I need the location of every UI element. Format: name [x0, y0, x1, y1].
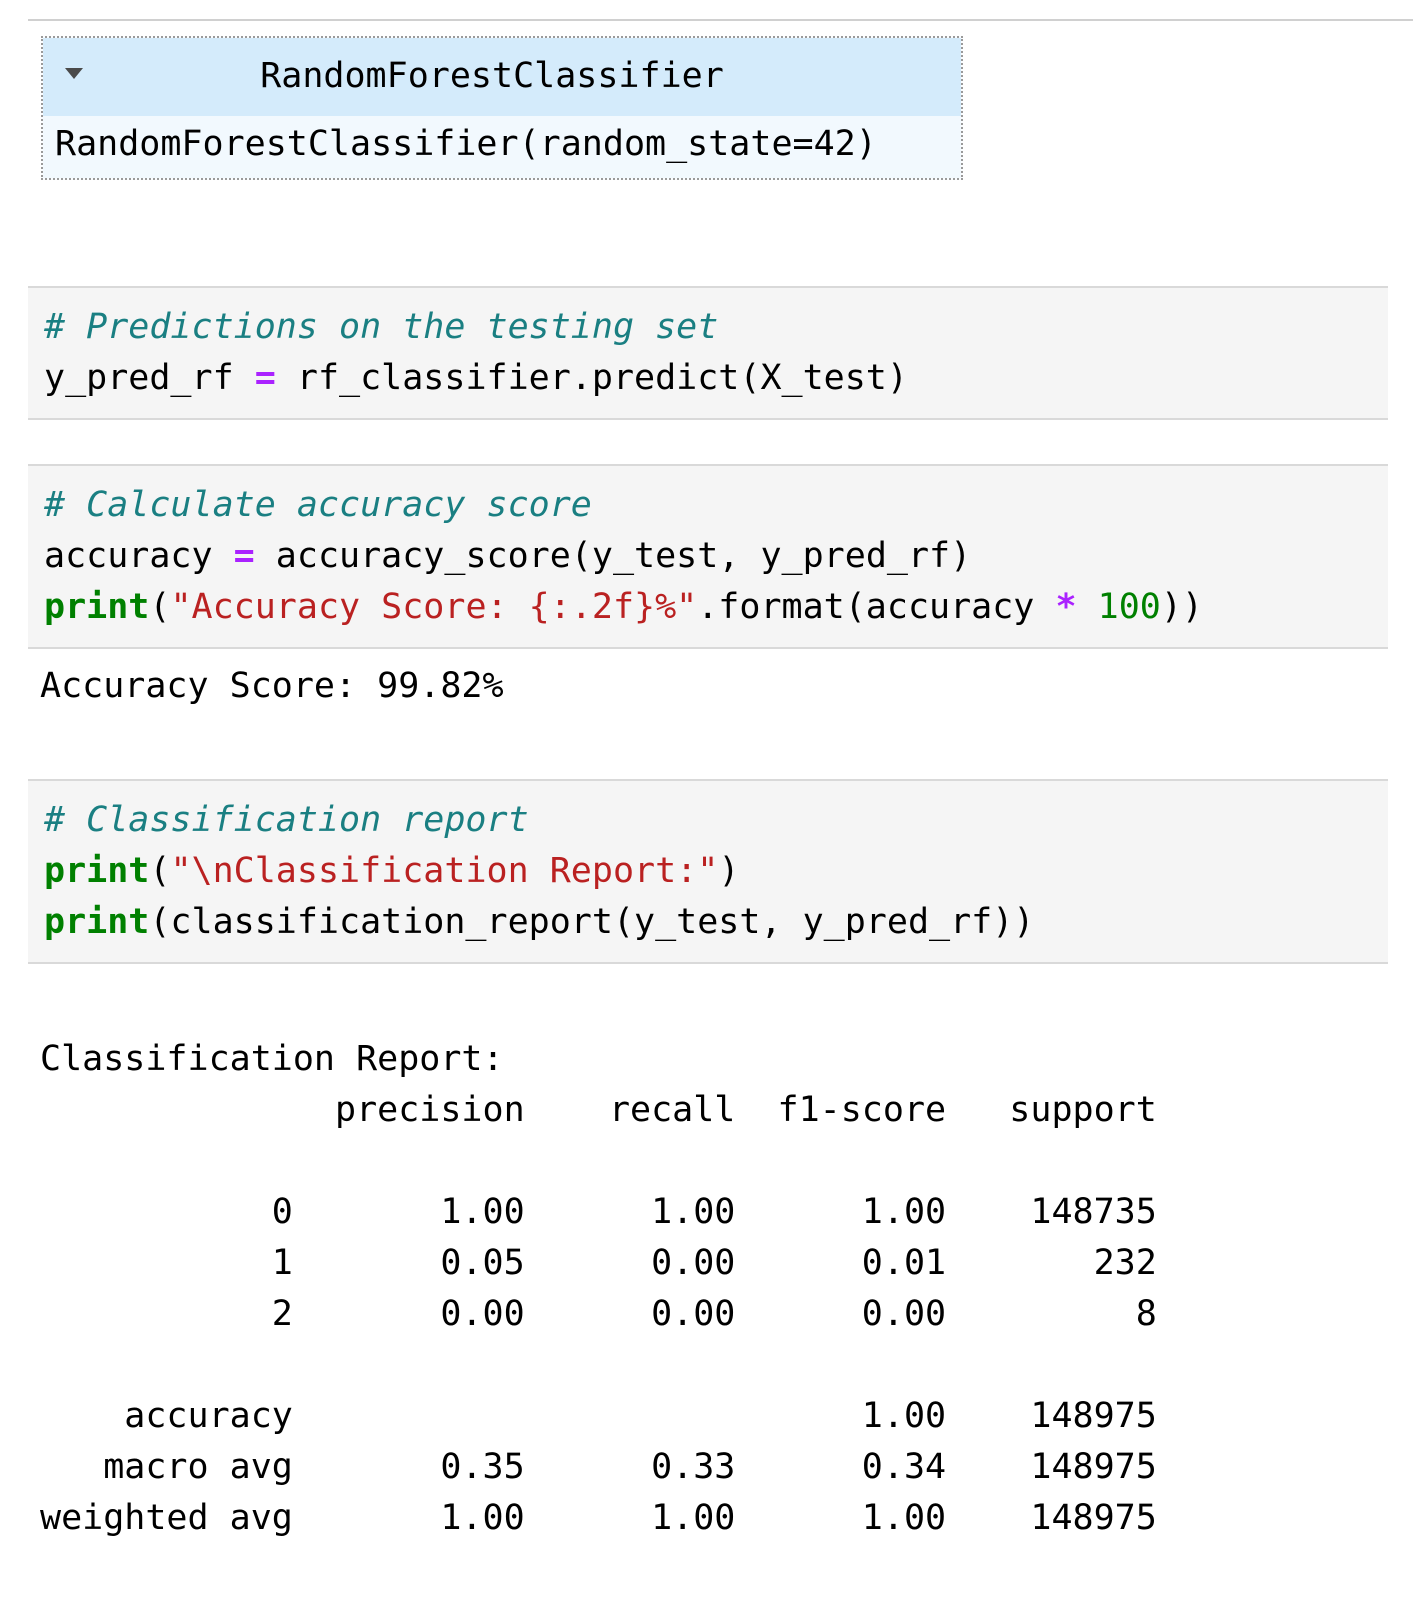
code-token-fn: print	[44, 851, 149, 891]
code-line: y_pred_rf = rf_classifier.predict(X_test…	[44, 353, 1388, 404]
code-line: print("\nClassification Report:")	[44, 846, 1388, 897]
code-token-op: =	[234, 536, 255, 576]
code-token-fn: print	[44, 902, 149, 942]
code-token-op: *	[1055, 587, 1076, 627]
code-cell-predictions[interactable]: # Predictions on the testing set y_pred_r…	[28, 286, 1388, 420]
code-token-plain: .format(accuracy	[697, 587, 1055, 627]
code-line: # Predictions on the testing set	[44, 302, 1388, 353]
code-token-plain: accuracy_score(y_test, y_pred_rf)	[255, 536, 971, 576]
estimator-title: RandomForestClassifier	[43, 56, 961, 96]
report-line	[40, 1340, 1157, 1391]
notebook-top-divider	[28, 19, 1413, 21]
code-token-plain: )	[718, 851, 739, 891]
code-line: # Calculate accuracy score	[44, 480, 1388, 531]
code-token-plain: y_pred_rf	[44, 358, 255, 398]
code-token-num: 100	[1098, 587, 1161, 627]
report-line: precision recall f1-score support	[40, 1085, 1157, 1136]
report-line: 2 0.00 0.00 0.00 8	[40, 1289, 1157, 1340]
code-token-str: "Accuracy Score: {:.2f}%"	[170, 587, 697, 627]
code-token-plain	[1077, 587, 1098, 627]
code-line: print(classification_report(y_test, y_pr…	[44, 897, 1388, 948]
report-line: 1 0.05 0.00 0.01 232	[40, 1238, 1157, 1289]
code-token-plain: accuracy	[44, 536, 234, 576]
classification-report-output: Classification Report: precision recall …	[40, 1034, 1157, 1544]
report-line: macro avg 0.35 0.33 0.34 148975	[40, 1442, 1157, 1493]
code-token-plain: (	[149, 587, 170, 627]
code-token-op: =	[255, 358, 276, 398]
code-line: accuracy = accuracy_score(y_test, y_pred…	[44, 531, 1388, 582]
estimator-repr-text: RandomForestClassifier(random_state=42)	[43, 116, 961, 178]
accuracy-output: Accuracy Score: 99.82%	[40, 661, 504, 712]
code-token-plain: (	[149, 851, 170, 891]
code-token-plain: (classification_report(y_test, y_pred_rf…	[149, 902, 1034, 942]
estimator-repr-box[interactable]: RandomForestClassifier RandomForestClass…	[41, 36, 963, 180]
code-token-comment: # Calculate accuracy score	[44, 485, 592, 525]
code-token-fn: print	[44, 587, 149, 627]
code-token-comment: # Predictions on the testing set	[44, 307, 718, 347]
code-line: print("Accuracy Score: {:.2f}%".format(a…	[44, 582, 1388, 633]
code-cell-classification-report[interactable]: # Classification report print("\nClassifi…	[28, 779, 1388, 964]
code-cell-accuracy[interactable]: # Calculate accuracy score accuracy = acc…	[28, 464, 1388, 649]
code-token-comment: # Classification report	[44, 800, 529, 840]
report-line	[40, 1136, 1157, 1187]
report-line: accuracy 1.00 148975	[40, 1391, 1157, 1442]
code-token-plain: rf_classifier.predict(X_test)	[276, 358, 908, 398]
report-line: Classification Report:	[40, 1034, 1157, 1085]
code-token-str: "\nClassification Report:"	[170, 851, 718, 891]
estimator-header[interactable]: RandomForestClassifier	[43, 38, 961, 116]
report-line: 0 1.00 1.00 1.00 148735	[40, 1187, 1157, 1238]
code-token-plain: ))	[1161, 587, 1203, 627]
report-line: weighted avg 1.00 1.00 1.00 148975	[40, 1493, 1157, 1544]
code-line: # Classification report	[44, 795, 1388, 846]
